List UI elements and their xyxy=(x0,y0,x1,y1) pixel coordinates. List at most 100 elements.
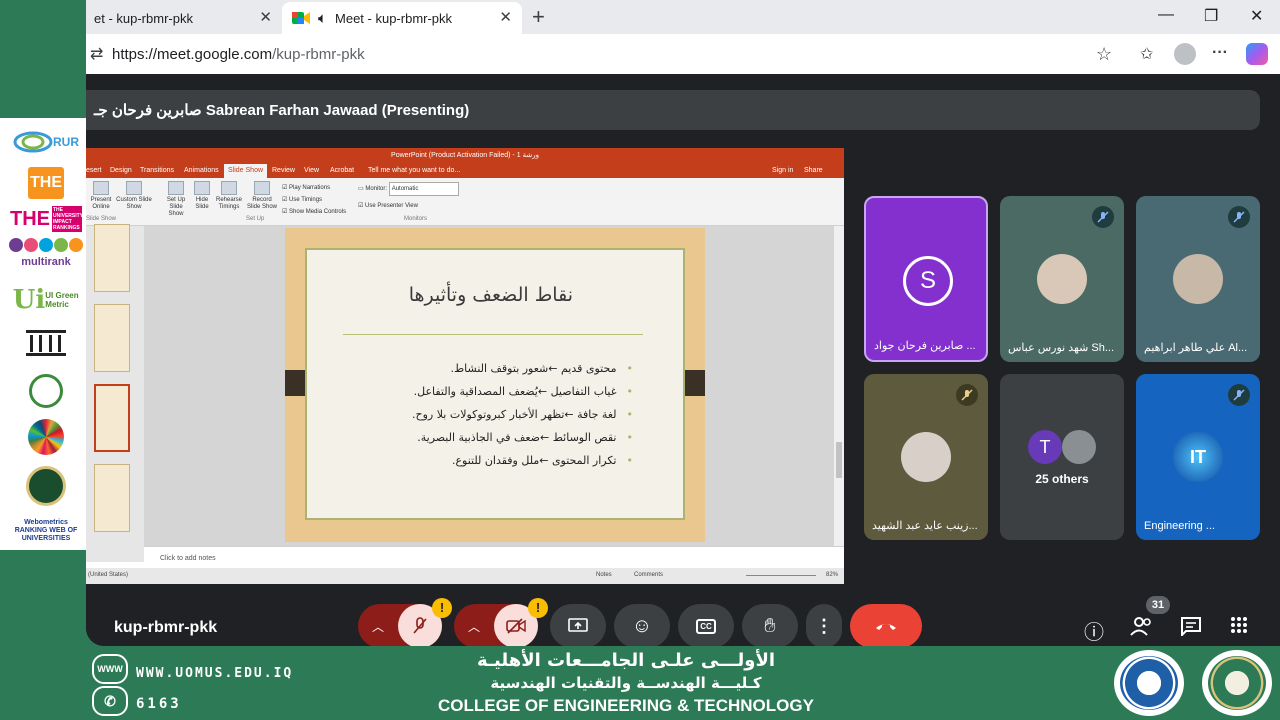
url-field[interactable]: https://meet.google.com/kup-rbmr-pkk xyxy=(112,46,365,63)
participant-name: صابرين فرحان جواد ... xyxy=(874,340,976,352)
close-tab-icon[interactable]: ✕ xyxy=(499,8,512,26)
meeting-info-icon[interactable]: ⓘ xyxy=(1084,616,1104,645)
classical-building-logo xyxy=(8,326,84,360)
powerpoint-status-bar: (United States) Notes Comments 82% xyxy=(86,568,844,584)
chevron-up-icon[interactable]: ︿ xyxy=(372,618,384,635)
camera-control[interactable]: ︿ ! xyxy=(454,598,548,646)
profile-avatar[interactable] xyxy=(1174,43,1196,65)
university-seal-logo xyxy=(1114,650,1184,716)
more-vert-icon: ⋮ xyxy=(815,615,833,636)
participant-name: Engineering ... xyxy=(1144,520,1215,532)
leave-call-button[interactable] xyxy=(850,604,922,646)
powerpoint-title-bar: PowerPoint (Product Activation Failed) -… xyxy=(86,148,844,164)
footer-english-college: COLLEGE OF ENGINEERING & TECHNOLOGY xyxy=(438,696,814,715)
slide-content: نقاط الضعف وتأثيرها محتوى قديم ←شعور بتو… xyxy=(305,248,685,520)
sdg-logo xyxy=(8,418,84,456)
participant-tile-others[interactable]: T 25 others xyxy=(1000,374,1124,540)
reactions-button[interactable]: ☺ xyxy=(614,604,670,646)
participant-tile[interactable]: IT Engineering ... xyxy=(1136,374,1260,540)
favorites-icon[interactable]: ✩ xyxy=(1140,44,1153,64)
raise-hand-button[interactable]: ✋︎ xyxy=(742,604,798,646)
close-tab-icon[interactable]: ✕ xyxy=(259,8,272,26)
google-meet-icon xyxy=(292,12,310,24)
more-options-button[interactable]: ⋮ xyxy=(806,604,842,646)
federation-arab-engineers-logo xyxy=(8,462,84,510)
site-info-icon[interactable]: ⇄ xyxy=(90,44,103,64)
slide-thumbnail xyxy=(94,224,130,292)
tab-bar: et - kup-rbmr-pkk ✕ 🔈︎ Meet - kup-rbmr-p… xyxy=(86,0,1280,34)
participant-tile[interactable]: شهد نورس عباس Sh... xyxy=(1000,196,1124,362)
slide-thumbnail-selected xyxy=(94,384,130,452)
slide-thumbnails xyxy=(86,224,144,562)
present-screen-icon xyxy=(568,618,588,632)
tab-previous[interactable]: et - kup-rbmr-pkk ✕ xyxy=(86,2,282,34)
multirank-logo: multirank xyxy=(8,236,84,270)
powerpoint-ribbon: Present Online Custom Slide Show Set Up … xyxy=(86,178,844,226)
shared-screen: PowerPoint (Product Activation Failed) -… xyxy=(86,148,844,584)
arab-engineers-emblem-icon xyxy=(26,466,66,506)
tab-meet[interactable]: 🔈︎ Meet - kup-rbmr-pkk ✕ xyxy=(282,2,522,34)
mic-off-icon xyxy=(956,384,978,406)
arab-universities-logo xyxy=(8,370,84,412)
chevron-up-icon[interactable]: ︿ xyxy=(468,618,480,635)
participant-tile[interactable]: علي طاهر ابراهيم Al... xyxy=(1136,196,1260,362)
chat-icon[interactable] xyxy=(1180,616,1202,642)
webometrics-logo: Webometrics RANKING WEB OF UNIVERSITIES xyxy=(14,519,78,542)
slide-title: نقاط الضعف وتأثيرها xyxy=(408,284,573,306)
phone-number: 6163 xyxy=(136,696,182,712)
participant-avatar: S xyxy=(903,256,953,306)
close-window-icon[interactable]: ✕ xyxy=(1250,6,1263,26)
mic-warning-icon: ! xyxy=(432,598,452,618)
zoom-slider xyxy=(746,575,816,576)
captions-button[interactable]: CC xyxy=(678,604,734,646)
custom-slide-show-button: Custom Slide Show xyxy=(116,181,152,211)
address-bar: ⇄ https://meet.google.com/kup-rbmr-pkk ☆… xyxy=(86,34,1280,74)
others-count: 25 others xyxy=(1035,472,1089,486)
notes-pane: Click to add notes xyxy=(144,546,844,568)
present-screen-button[interactable] xyxy=(550,604,606,646)
minimize-icon[interactable]: — xyxy=(1158,6,1174,24)
bookmark-star-icon[interactable]: ☆ xyxy=(1096,44,1112,65)
microphone-control[interactable]: ︿ ! xyxy=(358,598,452,646)
people-icon[interactable] xyxy=(1130,616,1154,642)
more-menu-icon[interactable]: ··· xyxy=(1212,44,1228,62)
laurel-emblem-icon xyxy=(29,374,63,408)
new-tab-icon[interactable]: + xyxy=(532,4,545,30)
meet-stage: صابرين فرحان جـ Sabrean Farhan Jawaad (P… xyxy=(86,74,1280,646)
participant-name: زينب عايد عبد الشهيد... xyxy=(872,520,978,532)
activities-grid-icon[interactable] xyxy=(1230,616,1248,640)
footer-arabic-college: كـليـــة الهندســة والتقنيات الهندسية xyxy=(490,674,762,692)
end-call-icon xyxy=(876,624,896,630)
participant-avatar: T xyxy=(1028,430,1062,464)
participant-tile-presenter[interactable]: S صابرين فرحان جواد ... xyxy=(864,196,988,362)
participant-photo xyxy=(901,432,951,482)
meeting-code: kup-rbmr-pkk xyxy=(114,619,218,636)
the-logo: THE xyxy=(8,166,84,200)
college-footer-banner: WWW ✆ WWW.UOMUS.EDU.IQ 6163 الأولـــى عل… xyxy=(0,646,1280,720)
restore-icon[interactable]: ❐ xyxy=(1204,6,1218,26)
sdg-wheel-icon xyxy=(28,419,64,455)
slide-bullet: غياب التفاصيل ←يُضعف المصداقية والتفاعل. xyxy=(414,385,633,398)
browser-window: et - kup-rbmr-pkk ✕ 🔈︎ Meet - kup-rbmr-p… xyxy=(86,0,1280,646)
record-slide-show-button: Record Slide Show xyxy=(246,181,278,211)
set-up-slide-show-button: Set Up Slide Show xyxy=(162,181,190,218)
slide-thumbnail xyxy=(94,464,130,532)
web-globe-icon: WWW xyxy=(92,654,128,684)
slide-bullet: محتوى قديم ←شعور بتوقف النشاط. xyxy=(450,362,633,375)
camera-warning-icon: ! xyxy=(528,598,548,618)
phone-icon: ✆ xyxy=(92,686,128,716)
speaker-icon[interactable]: 🔈︎ xyxy=(318,10,327,27)
emoji-icon: ☺ xyxy=(631,614,653,637)
participant-count-badge: 31 xyxy=(1146,596,1170,614)
slide-thumbnail xyxy=(94,304,130,372)
participant-tile[interactable]: زينب عايد عبد الشهيد... xyxy=(864,374,988,540)
copilot-icon[interactable] xyxy=(1246,43,1268,65)
powerpoint-ribbon-tabs: esert Design Transitions Animations Slid… xyxy=(86,164,844,178)
slide-bullet: لغة جافة ←تظهر الأخبار كبروتوكولات بلا ر… xyxy=(412,408,633,421)
slide-title-rule xyxy=(343,334,643,335)
slide-bullet: تكرار المحتوى ←ملل وفقدان للتنوع. xyxy=(452,454,633,467)
rehearse-timings-button: Rehearse Timings xyxy=(214,181,244,211)
current-slide: نقاط الضعف وتأثيرها محتوى قديم ←شعور بتو… xyxy=(285,228,705,542)
mic-off-icon xyxy=(1228,206,1250,228)
website-text: WWW.UOMUS.EDU.IQ xyxy=(136,666,294,681)
